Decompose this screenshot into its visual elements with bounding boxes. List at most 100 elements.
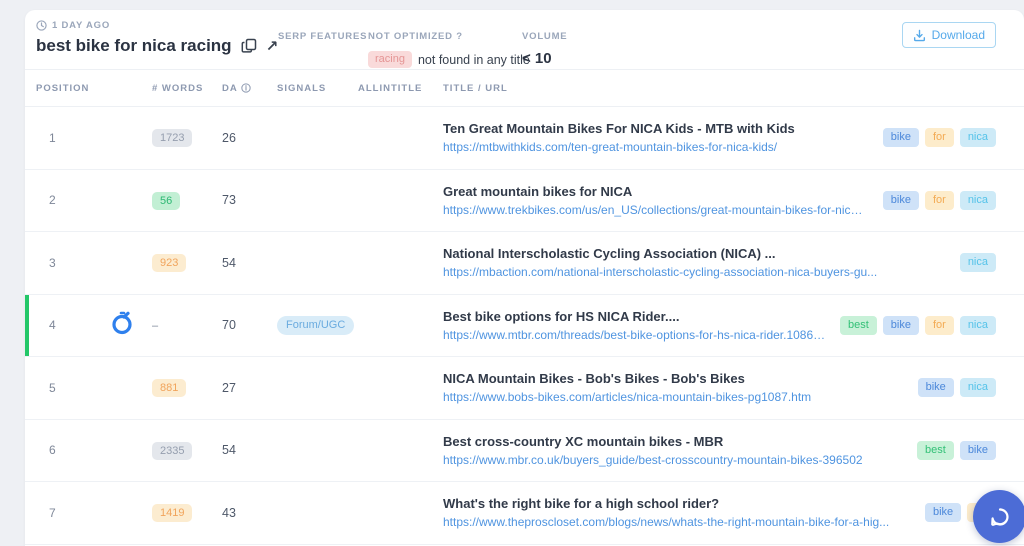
signal-badge: Forum/UGC [277, 316, 355, 336]
results-body: 1 1723 26 Ten Great Mountain Bikes For N… [25, 107, 1024, 545]
row-position: 1 [49, 130, 56, 145]
result-title: Ten Great Mountain Bikes For NICA Kids -… [443, 121, 795, 137]
volume-value: < 10 [522, 50, 552, 67]
row-da: 27 [222, 380, 236, 395]
column-words: # WORDS [152, 82, 204, 94]
volume-label: VOLUME [522, 31, 568, 42]
result-title: Great mountain bikes for NICA [443, 183, 633, 199]
words-badge: – [152, 320, 159, 333]
keyword-tag: nica [959, 128, 996, 148]
keyword-tag: for [924, 315, 954, 335]
copy-icon[interactable] [241, 38, 257, 54]
title-url-cell: Ten Great Mountain Bikes For NICA Kids -… [443, 121, 996, 154]
row-da: 26 [222, 130, 236, 145]
result-url[interactable]: https://mbaction.com/national-interschol… [443, 265, 877, 279]
not-optimized-term-badge: racing [368, 51, 412, 68]
row-da: 54 [222, 255, 236, 270]
table-row[interactable]: 1 1723 26 Ten Great Mountain Bikes For N… [25, 107, 1024, 170]
words-badge: 923 [152, 254, 187, 273]
table-row[interactable]: 3 923 54 National Interscholastic Cyclin… [25, 232, 1024, 295]
keyword-query: best bike for nica racing [36, 36, 232, 55]
tags: bike for nica [882, 190, 996, 210]
words-badge: 2335 [152, 441, 193, 460]
keyword-card: 1 DAY AGO best bike for nica racing ↗ SE… [25, 10, 1024, 546]
chat-bubble-icon [990, 507, 1009, 526]
keyword-tag: bike [882, 128, 919, 148]
row-da: 54 [222, 443, 236, 458]
tags: best bike for nica [839, 315, 996, 335]
table-header: POSITION # WORDS DA SIGNALS ALLINTITLE T… [25, 70, 1024, 107]
keyword-header: 1 DAY AGO best bike for nica racing ↗ SE… [25, 10, 1024, 70]
keyword-tag: for [924, 128, 954, 148]
table-row[interactable]: 5 881 27 NICA Mountain Bikes - Bob's Bik… [25, 357, 1024, 420]
keyword-tag: for [924, 190, 954, 210]
timer-icon [110, 310, 134, 341]
keyword-tag: best [917, 440, 954, 460]
result-url[interactable]: https://mtbwithkids.com/ten-great-mounta… [443, 140, 795, 154]
tags: nica [959, 253, 996, 273]
title-url-cell: NICA Mountain Bikes - Bob's Bikes - Bob'… [443, 371, 996, 404]
keyword-tag: best [839, 315, 877, 335]
result-url[interactable]: https://www.mbr.co.uk/buyers_guide/best-… [443, 453, 863, 467]
row-position: 3 [49, 255, 56, 270]
keyword-tag: bike [959, 440, 996, 460]
keyword-tag: bike [924, 503, 962, 523]
row-position: 2 [49, 193, 56, 208]
title-url-cell: Great mountain bikes for NICA https://ww… [443, 184, 996, 217]
words-badge: 881 [152, 379, 187, 398]
row-da: 70 [222, 318, 236, 333]
result-url[interactable]: https://www.bobs-bikes.com/articles/nica… [443, 390, 811, 404]
table-row[interactable]: 2 56 73 Great mountain bikes for NICA ht… [25, 170, 1024, 232]
keyword-tag: nica [959, 378, 996, 398]
column-position: POSITION [36, 82, 90, 94]
row-position: 6 [49, 443, 56, 458]
result-url[interactable]: https://www.trekbikes.com/us/en_US/colle… [443, 203, 869, 217]
page: 1 DAY AGO best bike for nica racing ↗ SE… [0, 0, 1024, 546]
time-ago: 1 DAY AGO [36, 20, 278, 31]
column-title-url: TITLE / URL [443, 82, 508, 94]
external-link-icon[interactable]: ↗ [266, 39, 279, 54]
title-url-cell: Best cross-country XC mountain bikes - M… [443, 434, 996, 467]
row-position: 5 [49, 380, 56, 395]
volume-column: VOLUME < 10 [522, 26, 567, 67]
result-url[interactable]: https://www.mtbr.com/threads/best-bike-o… [443, 328, 826, 342]
serp-features-label: SERP FEATURES [278, 31, 368, 42]
keyword-tag: nica [959, 253, 996, 273]
chat-widget-button[interactable] [973, 490, 1024, 543]
download-button[interactable]: Download [901, 22, 996, 48]
result-title: Best bike options for HS NICA Rider.... [443, 308, 680, 324]
result-title: Best cross-country XC mountain bikes - M… [443, 433, 724, 449]
keyword-tag: bike [882, 190, 919, 210]
words-badge: 1419 [152, 504, 193, 523]
column-da: DA [222, 83, 277, 94]
table-row[interactable]: 7 1419 43 What's the right bike for a hi… [25, 482, 1024, 545]
info-icon[interactable] [241, 83, 251, 93]
keyword-tag: nica [959, 315, 996, 335]
title-url-cell: What's the right bike for a high school … [443, 496, 996, 529]
result-title: NICA Mountain Bikes - Bob's Bikes - Bob'… [443, 371, 745, 387]
tags: bike for nica [882, 128, 996, 148]
table-row[interactable]: 6 2335 54 Best cross-country XC mountain… [25, 420, 1024, 482]
title-url-cell: Best bike options for HS NICA Rider.... … [443, 309, 996, 342]
query-block: 1 DAY AGO best bike for nica racing ↗ [36, 20, 278, 56]
download-icon [913, 29, 925, 41]
column-allintitle: ALLINTITLE [358, 82, 423, 94]
row-position: 4 [49, 318, 56, 333]
keyword-tag: bike [882, 315, 919, 335]
clock-icon [36, 20, 47, 31]
words-badge: 56 [152, 191, 181, 210]
tags: bike nica [917, 378, 996, 398]
result-title: National Interscholastic Cycling Associa… [443, 246, 776, 262]
table-row[interactable]: 4 – 70 Forum/UGC Best bike options for H… [25, 294, 1024, 357]
title-url-cell: National Interscholastic Cycling Associa… [443, 246, 996, 279]
tags: best bike [917, 440, 996, 460]
result-url[interactable]: https://www.theproscloset.com/blogs/news… [443, 515, 889, 529]
signals-cell: Forum/UGC [277, 315, 358, 336]
time-ago-label: 1 DAY AGO [52, 20, 111, 31]
row-da: 43 [222, 505, 236, 520]
serp-features-column: SERP FEATURES [278, 26, 367, 44]
words-badge: 1723 [152, 129, 193, 148]
not-optimized-text: not found in any title [417, 52, 530, 67]
keyword-tag: bike [917, 378, 954, 398]
result-title: What's the right bike for a high school … [443, 496, 720, 512]
